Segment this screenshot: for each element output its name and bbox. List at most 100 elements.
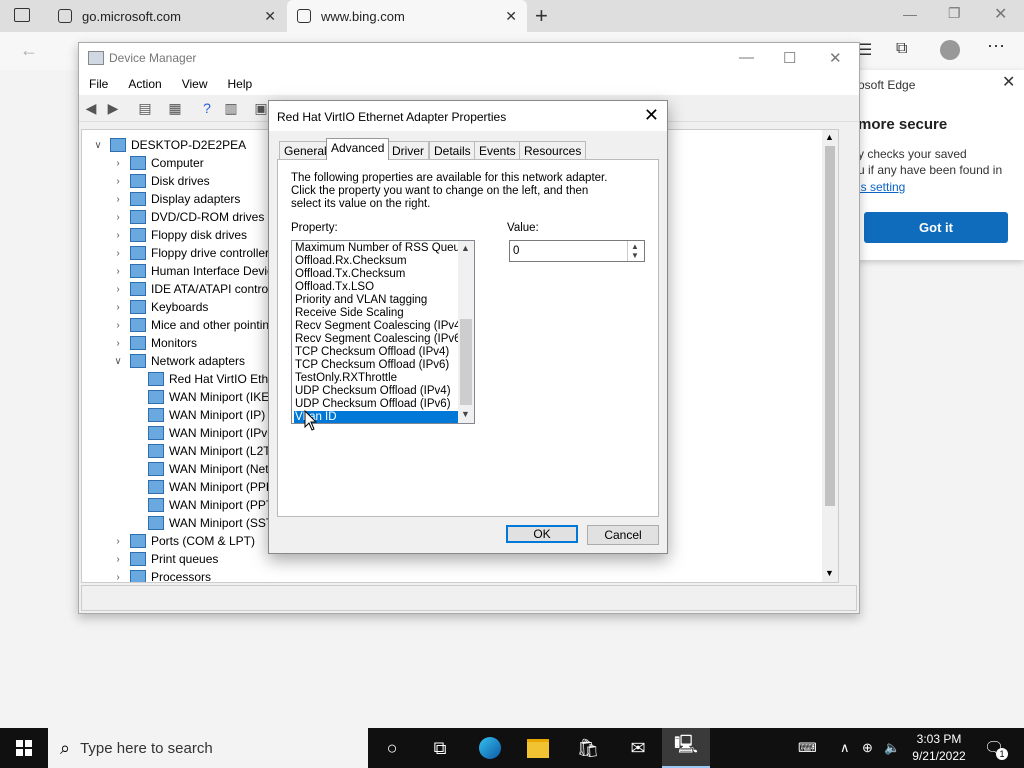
tree-network-adapter[interactable]: WAN Miniport (L2T: [130, 442, 271, 460]
expand-chevron-icon[interactable]: ›: [112, 158, 124, 169]
tree-category[interactable]: › DVD/CD-ROM drives: [112, 208, 264, 226]
edge-icon[interactable]: [466, 728, 514, 768]
new-tab-button[interactable]: +: [535, 3, 548, 29]
tree-category[interactable]: ∨ Network adapters: [112, 352, 245, 370]
property-item[interactable]: UDP Checksum Offload (IPv6): [294, 398, 459, 411]
task-view-icon[interactable]: ⧉: [416, 728, 464, 768]
ok-button[interactable]: OK: [506, 525, 578, 543]
expand-chevron-icon[interactable]: ›: [112, 230, 124, 241]
clock[interactable]: 3:03 PM 9/21/2022: [905, 731, 973, 765]
volume-icon[interactable]: 🔈: [884, 740, 900, 756]
maximize-icon[interactable]: ☐: [783, 49, 796, 67]
start-button[interactable]: [0, 728, 48, 768]
property-item[interactable]: VLan ID: [294, 411, 459, 423]
keyboard-icon[interactable]: ⌨: [798, 740, 817, 756]
value-stepper[interactable]: ▲ ▼: [509, 240, 645, 262]
tree-root[interactable]: ∨ DESKTOP-D2E2PEA: [92, 136, 246, 154]
properties-icon[interactable]: ▦: [167, 100, 183, 116]
tree-category[interactable]: › Processors: [112, 568, 211, 582]
tree-category[interactable]: › Floppy disk drives: [112, 226, 247, 244]
tab-driver[interactable]: Driver: [387, 141, 429, 160]
expand-chevron-icon[interactable]: ›: [112, 338, 124, 349]
property-list-scrollbar[interactable]: ▲ ▼: [458, 241, 474, 423]
property-item[interactable]: Receive Side Scaling: [294, 307, 459, 320]
property-item[interactable]: Offload.Tx.Checksum: [294, 268, 459, 281]
panel-setting-link[interactable]: is setting: [858, 180, 905, 194]
property-item[interactable]: Recv Segment Coalescing (IPv6): [294, 333, 464, 346]
property-item[interactable]: TestOnly.RXThrottle: [294, 372, 459, 385]
tree-network-adapter[interactable]: WAN Miniport (IKEv: [130, 388, 275, 406]
property-item[interactable]: UDP Checksum Offload (IPv4): [294, 385, 459, 398]
tree-network-adapter[interactable]: WAN Miniport (SST: [130, 514, 273, 532]
cortana-icon[interactable]: ○: [368, 728, 416, 768]
tree-category[interactable]: › Floppy drive controllers: [112, 244, 275, 262]
expand-chevron-icon[interactable]: ›: [112, 554, 124, 565]
back-icon[interactable]: ←: [20, 40, 38, 61]
property-item[interactable]: Offload.Rx.Checksum: [294, 255, 459, 268]
file-explorer-icon[interactable]: [514, 728, 562, 768]
expand-chevron-icon[interactable]: ›: [112, 248, 124, 259]
tree-network-adapter[interactable]: WAN Miniport (Net: [130, 460, 269, 478]
tab-events[interactable]: Events: [474, 141, 521, 160]
profile-avatar[interactable]: [940, 40, 960, 60]
tree-scroll-thumb[interactable]: [825, 146, 835, 506]
show-hidden-icons-icon[interactable]: ∧: [840, 740, 850, 756]
tree-category[interactable]: › IDE ATA/ATAPI controlle: [112, 280, 280, 298]
scroll-down-icon[interactable]: ▼: [461, 409, 470, 419]
collections-icon[interactable]: ⧉: [896, 40, 907, 58]
expand-chevron-icon[interactable]: ›: [112, 320, 124, 331]
got-it-button[interactable]: Got it: [864, 212, 1008, 243]
close-icon[interactable]: ✕: [829, 49, 842, 67]
close-tab-icon[interactable]: ✕: [505, 8, 517, 25]
property-item[interactable]: Maximum Number of RSS Queues: [294, 242, 472, 255]
spin-down-icon[interactable]: ▼: [631, 251, 639, 260]
tree-category[interactable]: › Human Interface Devic: [112, 262, 273, 280]
tab-actions-icon[interactable]: [14, 8, 30, 22]
property-item[interactable]: Offload.Tx.LSO: [294, 281, 459, 294]
tree-category[interactable]: › Mice and other pointin: [112, 316, 269, 334]
property-item[interactable]: Recv Segment Coalescing (IPv4): [294, 320, 464, 333]
minimize-icon[interactable]: —: [903, 6, 917, 22]
tree-category[interactable]: › Keyboards: [112, 298, 208, 316]
more-options-icon[interactable]: ⋯: [987, 36, 1005, 57]
network-icon[interactable]: ⊕: [862, 740, 873, 756]
property-item[interactable]: Priority and VLAN tagging: [294, 294, 459, 307]
tree-network-adapter[interactable]: WAN Miniport (IPv6: [130, 424, 274, 442]
tree-network-adapter[interactable]: WAN Miniport (IP): [130, 406, 265, 424]
tree-category[interactable]: › Print queues: [112, 550, 218, 568]
menu-action[interactable]: Action: [128, 77, 161, 91]
tab-advanced[interactable]: Advanced: [326, 138, 390, 160]
help-icon[interactable]: ?: [199, 100, 215, 116]
value-spinner[interactable]: ▲ ▼: [627, 241, 644, 261]
value-input[interactable]: [510, 241, 631, 261]
menu-view[interactable]: View: [182, 77, 208, 91]
expand-chevron-icon[interactable]: ›: [112, 212, 124, 223]
tree-network-adapter[interactable]: WAN Miniport (PPP: [130, 478, 274, 496]
tree-category[interactable]: › Disk drives: [112, 172, 210, 190]
browser-tab-microsoft[interactable]: go.microsoft.com ✕: [48, 0, 286, 32]
scroll-up-icon[interactable]: ▲: [825, 132, 834, 142]
expand-chevron-icon[interactable]: ›: [112, 176, 124, 187]
property-item[interactable]: TCP Checksum Offload (IPv6): [294, 359, 459, 372]
expand-chevron-icon[interactable]: ›: [112, 302, 124, 313]
favorites-icon[interactable]: ☰: [858, 40, 872, 60]
spin-up-icon[interactable]: ▲: [631, 242, 639, 251]
forward-arrow-icon[interactable]: ▶: [105, 100, 121, 116]
taskbar-search[interactable]: ⌕ Type here to search: [48, 728, 368, 768]
mail-icon[interactable]: ✉: [614, 728, 662, 768]
property-item[interactable]: TCP Checksum Offload (IPv4): [294, 346, 459, 359]
expand-chevron-icon[interactable]: ∨: [92, 140, 104, 151]
store-icon[interactable]: 🛍: [564, 728, 612, 768]
expand-chevron-icon[interactable]: ›: [112, 284, 124, 295]
expand-chevron-icon[interactable]: ›: [112, 194, 124, 205]
menu-help[interactable]: Help: [228, 77, 253, 91]
tab-details[interactable]: Details: [429, 141, 476, 160]
close-window-icon[interactable]: ✕: [994, 4, 1007, 24]
tree-category[interactable]: › Display adapters: [112, 190, 240, 208]
close-tab-icon[interactable]: ✕: [264, 8, 276, 25]
action-pane-icon[interactable]: ▥: [223, 100, 239, 116]
tree-network-adapter[interactable]: WAN Miniport (PPT: [130, 496, 273, 514]
tree-scrollbar[interactable]: ▲ ▼: [822, 130, 838, 582]
restore-icon[interactable]: ❐: [948, 5, 961, 22]
tab-general[interactable]: General: [279, 141, 332, 160]
